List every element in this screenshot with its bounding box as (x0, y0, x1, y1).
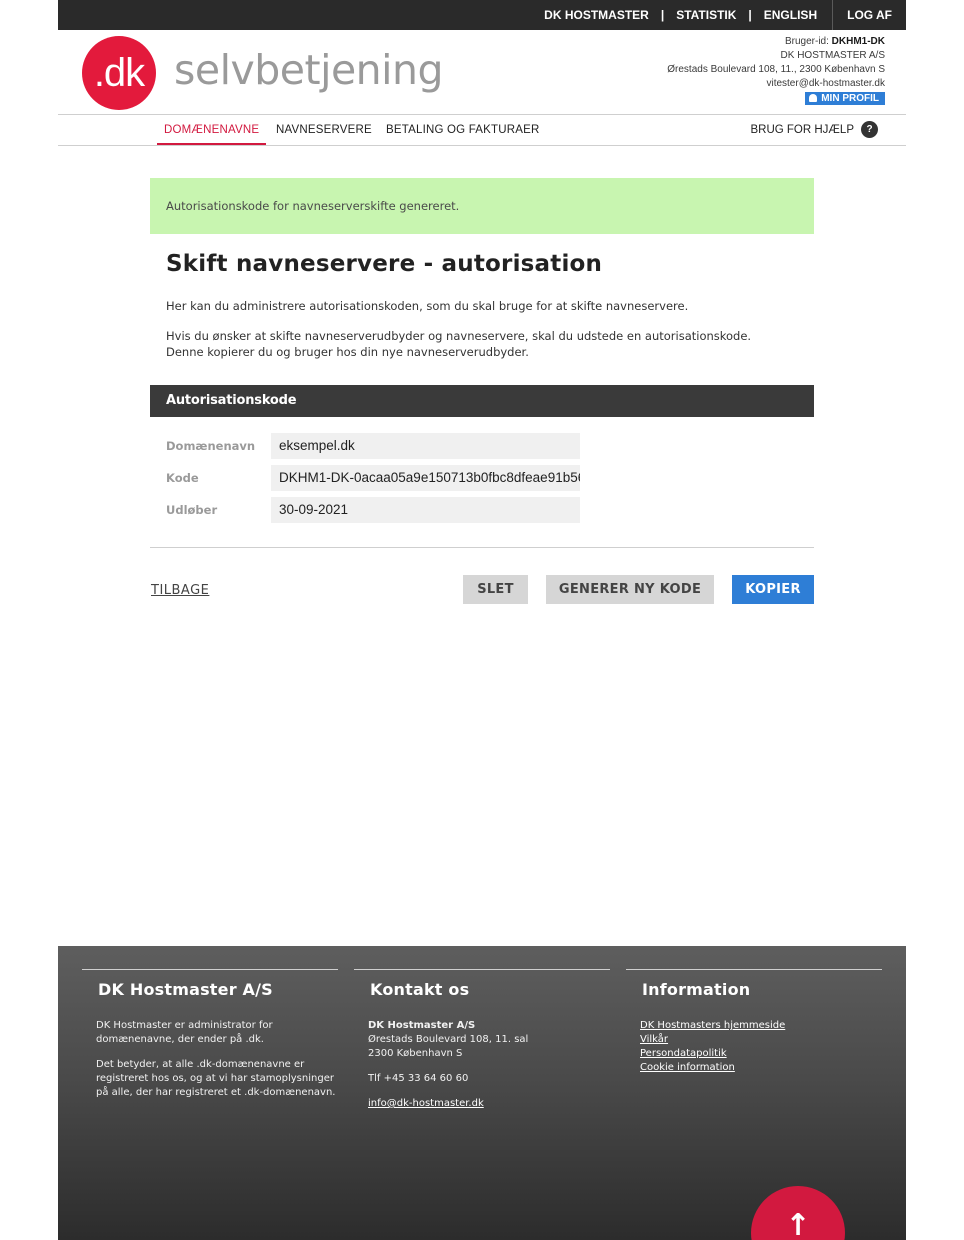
footer-contact-body: DK Hostmaster A/S Ørestads Boulevard 108… (368, 1019, 610, 1111)
footer-contact-company: DK Hostmaster A/S (368, 1020, 476, 1031)
info-text: Hvis du ønsker at skifte navneserverudby… (166, 328, 806, 360)
footer-company-body: DK Hostmaster er administrator for domæn… (96, 1019, 338, 1100)
logo-text[interactable]: selvbetjening (174, 46, 444, 94)
field-row-expiry: Udløber 30-09-2021 (166, 497, 586, 523)
panel-header: Autorisationskode (150, 385, 814, 417)
user-id-line: Bruger-id: DKHM1-DK (667, 35, 885, 49)
logout-link[interactable]: LOG AF (847, 8, 892, 22)
footer-link-cookies[interactable]: Cookie information (640, 1061, 882, 1075)
footer-contact-phone: Tlf +45 33 64 60 60 (368, 1073, 469, 1084)
domain-value[interactable]: eksempel.dk (271, 433, 580, 459)
field-label: Kode (166, 471, 199, 485)
info-line-1: Hvis du ønsker at skifte navneserverudby… (166, 329, 752, 343)
footer-link-homepage[interactable]: DK Hostmasters hjemmeside (640, 1019, 882, 1033)
footer-company-p1: DK Hostmaster er administrator for domæn… (96, 1020, 273, 1045)
generate-code-button[interactable]: GENERER NY KODE (546, 575, 714, 604)
footer: DK Hostmaster A/S DK Hostmaster er admin… (58, 946, 906, 1240)
field-row-domain: Domænenavn eksempel.dk (166, 433, 586, 459)
footer-link-terms[interactable]: Vilkår (640, 1033, 882, 1047)
top-bar: DK HOSTMASTER | STATISTIK | ENGLISH LOG … (58, 0, 906, 30)
user-info: Bruger-id: DKHM1-DK DK HOSTMASTER A/S Ør… (667, 35, 885, 106)
user-company: DK HOSTMASTER A/S (780, 50, 885, 61)
user-icon (809, 94, 818, 102)
top-nav-separator: | (748, 8, 752, 22)
footer-company-title: DK Hostmaster A/S (98, 980, 273, 999)
page-title: Skift navneservere - autorisation (166, 251, 603, 277)
footer-col-information: Information DK Hostmasters hjemmeside Vi… (626, 969, 882, 1075)
back-link[interactable]: TILBAGE (151, 583, 209, 598)
main-nav: DOMÆNENAVNE NAVNESERVERE BETALING OG FAK… (58, 114, 906, 146)
top-nav-dk-hostmaster[interactable]: DK HOSTMASTER (544, 8, 649, 22)
auth-code-value[interactable]: DKHM1-DK-0acaa05a9e150713b0fbc8dfeae91b5… (271, 465, 580, 491)
footer-contact-street: Ørestads Boulevard 108, 11. sal (368, 1034, 529, 1045)
help-label: BRUG FOR HJÆLP (750, 124, 854, 136)
info-line-2: Denne kopierer du og bruger hos din nye … (166, 345, 529, 359)
top-nav: DK HOSTMASTER | STATISTIK | ENGLISH LOG … (544, 0, 906, 30)
my-profile-button[interactable]: MIN PROFIL (805, 92, 885, 105)
user-email: vitester@dk-hostmaster.dk (766, 78, 885, 89)
user-id-label: Bruger-id: (784, 36, 829, 47)
divider (150, 547, 814, 548)
footer-contact-city: 2300 København S (368, 1048, 463, 1059)
footer-col-company: DK Hostmaster A/S DK Hostmaster er admin… (82, 969, 338, 1111)
nav-item-betaling[interactable]: BETALING OG FAKTURAER (386, 115, 540, 145)
intro-text: Her kan du administrere autorisationskod… (166, 299, 689, 313)
footer-contact-email[interactable]: info@dk-hostmaster.dk (368, 1097, 610, 1111)
nav-item-domaenenavne[interactable]: DOMÆNENAVNE (157, 115, 267, 145)
question-icon: ? (861, 121, 878, 138)
footer-contact-title: Kontakt os (370, 980, 470, 999)
field-label: Udløber (166, 503, 218, 517)
field-row-code: Kode DKHM1-DK-0acaa05a9e150713b0fbc8dfea… (166, 465, 586, 491)
header: .dk selvbetjening Bruger-id: DKHM1-DK DK… (58, 30, 906, 114)
footer-col-contact: Kontakt os DK Hostmaster A/S Ørestads Bo… (354, 969, 610, 1111)
footer-info-links: DK Hostmasters hjemmeside Vilkår Persond… (640, 1019, 882, 1075)
top-nav-statistik[interactable]: STATISTIK (676, 8, 736, 22)
delete-button[interactable]: SLET (463, 575, 528, 604)
field-label: Domænenavn (166, 439, 256, 453)
arrow-up-icon: ↑ (785, 1208, 811, 1240)
footer-company-p2: Det betyder, at alle .dk-domænenavne er … (96, 1059, 336, 1098)
logout-link-wrap: LOG AF (832, 0, 892, 30)
top-nav-english[interactable]: ENGLISH (764, 8, 817, 22)
my-profile-label: MIN PROFIL (821, 93, 879, 104)
user-id-value: DKHM1-DK (831, 36, 885, 47)
top-nav-separator: | (660, 8, 665, 22)
copy-button[interactable]: KOPIER (732, 575, 814, 604)
expiry-value[interactable]: 30-09-2021 (271, 497, 580, 523)
scroll-top-button[interactable]: ↑ (751, 1186, 845, 1240)
dk-logo[interactable]: .dk (82, 36, 156, 110)
nav-item-navneservere[interactable]: NAVNESERVERE (276, 115, 372, 145)
footer-info-title: Information (642, 980, 751, 999)
success-alert: Autorisationskode for navneserverskifte … (150, 178, 814, 234)
footer-link-privacy[interactable]: Persondatapolitik (640, 1047, 882, 1061)
help-link[interactable]: BRUG FOR HJÆLP? (750, 115, 878, 145)
user-address: Ørestads Boulevard 108, 11., 2300 Københ… (667, 64, 885, 75)
